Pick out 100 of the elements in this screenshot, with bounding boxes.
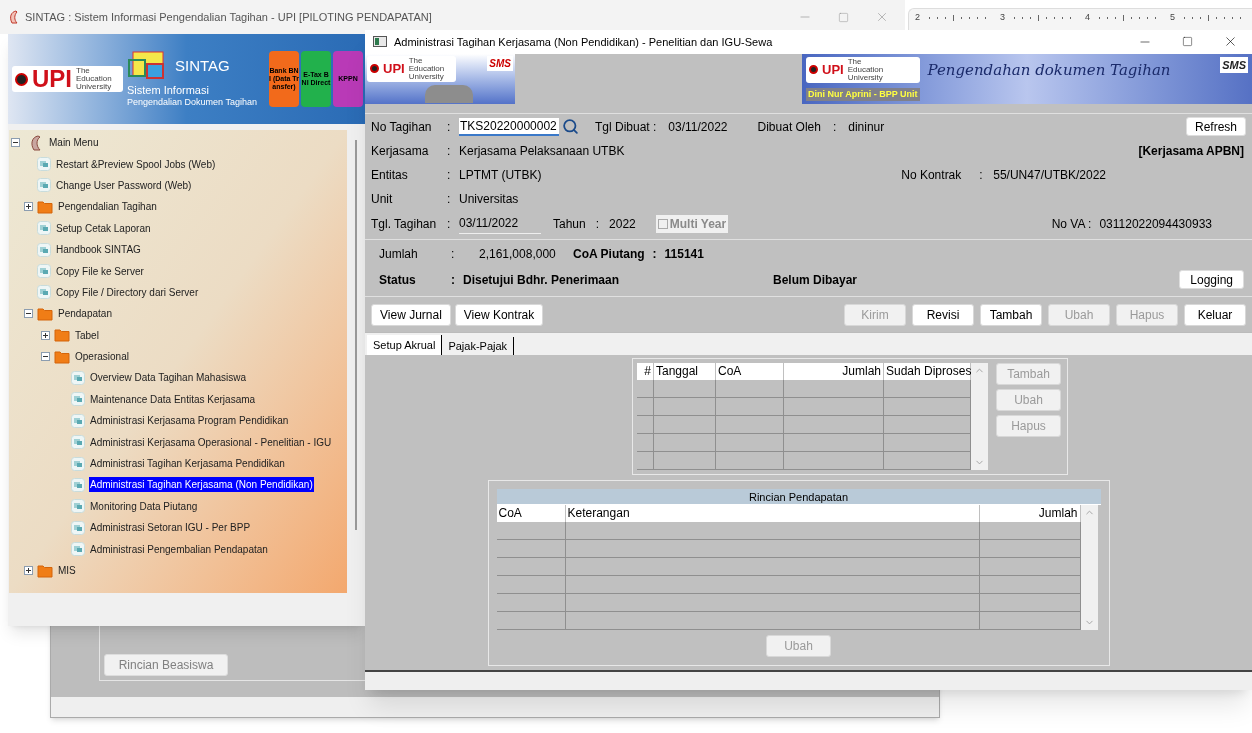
folder-icon [37, 306, 53, 321]
collapse-icon[interactable] [11, 138, 20, 148]
input-field[interactable]: TKS20220000002 [459, 117, 559, 136]
ruler-number: 5 [1170, 11, 1175, 24]
table-cell [654, 380, 716, 399]
expand-icon[interactable] [24, 202, 33, 212]
tree-item[interactable]: Change User Password (Web) [55, 177, 193, 193]
tree-item[interactable]: Administrasi Pengembalian Pendapatan [89, 541, 269, 557]
button[interactable]: View Kontrak [454, 303, 544, 326]
document-icon [37, 285, 51, 300]
folder-icon [37, 199, 53, 214]
table-cell [716, 434, 784, 453]
tree-item[interactable]: Copy File / Directory dari Server [55, 284, 200, 300]
tree-item[interactable]: Setup Cetak Laporan [55, 220, 152, 236]
table-cell [496, 558, 566, 577]
table-cell [654, 398, 716, 417]
scrollbar[interactable] [971, 363, 988, 471]
colon: : [447, 118, 452, 136]
document-icon [71, 392, 85, 407]
user-name: Dini Nur Aprini - BPP Unit [806, 87, 920, 102]
table-cell [716, 452, 784, 471]
tree-item[interactable]: Pendapatan [57, 306, 113, 322]
button[interactable]: View Jurnal [371, 303, 451, 326]
collapse-icon[interactable] [41, 352, 50, 362]
tree-item[interactable]: Handbook SINTAG [55, 242, 142, 258]
colon: : [447, 190, 452, 208]
field-label: Tgl Dibuat : [595, 118, 657, 136]
banner-slogan: Pengendahan dokumen Tagihan [927, 59, 1171, 81]
colon: : [451, 271, 456, 289]
partner-logo: SMS [487, 55, 513, 71]
tree-item[interactable]: Monitoring Data Piutang [89, 498, 199, 514]
button[interactable]: Keluar [1184, 303, 1246, 326]
table-cell [496, 594, 566, 613]
field-value: dininur [848, 118, 885, 136]
checkbox-label: Multi Year [669, 215, 727, 233]
tree-item[interactable]: Administrasi Setoran IGU - Per BPP [89, 520, 252, 536]
colon: : [447, 166, 452, 184]
tree-item[interactable]: Copy File ke Server [55, 263, 145, 279]
field-label: Entitas [371, 166, 409, 184]
expand-icon[interactable] [41, 330, 50, 340]
ruler-number: 3 [1000, 11, 1005, 24]
ruler-number: 4 [1085, 11, 1090, 24]
tab[interactable]: Setup Akrual [367, 335, 443, 356]
expand-icon[interactable] [24, 566, 33, 575]
payment-status: Belum Dibayar [773, 271, 858, 289]
tree-item[interactable]: Tabel [74, 327, 100, 343]
field-value: LPTMT (UTBK) [459, 166, 542, 184]
maximize-icon[interactable] [838, 11, 849, 23]
table-cell [496, 576, 566, 595]
tree-item[interactable]: Administrasi Kerjasama Operasional - Penelitian - IGU [89, 434, 333, 450]
field-value: 115141 [664, 246, 704, 264]
button[interactable]: Tambah [980, 303, 1042, 326]
field-value: 55/UN47/UTBK/2022 [993, 166, 1106, 184]
table-cell [654, 416, 716, 435]
field-value: Universitas [459, 190, 519, 208]
field-label: Jumlah [379, 246, 419, 264]
field-label: CoA Piutang [573, 246, 645, 264]
app-name: SINTAG [175, 56, 230, 77]
tree-item[interactable]: MIS [57, 563, 77, 578]
logging-button[interactable]: Logging [1179, 270, 1244, 290]
tree-item[interactable]: Main Menu [48, 135, 100, 151]
folder-icon [54, 328, 70, 343]
date-field[interactable]: 03/11/2022 [459, 213, 541, 234]
tree-item[interactable]: Restart &Preview Spool Jobs (Web) [55, 156, 217, 172]
maximize-icon[interactable] [1182, 36, 1193, 48]
tree-item[interactable]: Overview Data Tagihan Mahasiswa [89, 370, 247, 386]
tree-item[interactable]: Administrasi Tagihan Kerjasama Pendidikan [89, 456, 286, 472]
field-label: Unit [371, 190, 394, 208]
tree-item[interactable]: Administrasi Tagihan Kerjasama (Non Pendidikan) [89, 477, 314, 493]
refresh-button[interactable]: Refresh [1185, 117, 1246, 137]
app-subtitle: Sistem Informasi [127, 83, 210, 98]
table-cell [716, 380, 784, 399]
colon: : [447, 142, 452, 160]
scrollbar[interactable] [355, 140, 357, 530]
document-icon [37, 221, 51, 236]
tree-item[interactable]: Pengendalian Tagihan [57, 199, 158, 215]
collapse-icon[interactable] [24, 309, 33, 319]
field-label: Dibuat Oleh [757, 118, 821, 136]
tree-item[interactable]: Administrasi Kerjasama Program Pendidikan [89, 413, 290, 429]
field-label: Tgl. Tagihan [371, 215, 438, 233]
field-value: 03112022094430933 [1099, 215, 1212, 233]
button[interactable]: Revisi [912, 303, 974, 326]
colon: : [832, 118, 837, 136]
table-cell [637, 452, 654, 471]
colon: : [447, 215, 452, 233]
document-icon [71, 371, 85, 385]
partner-logo: SMS [1220, 56, 1248, 74]
ruler-number: 2 [915, 11, 920, 24]
field-label: Tahun [553, 215, 586, 233]
tree-item[interactable]: Operasional [74, 349, 130, 365]
table-title: Rincian Pendapatan [496, 489, 1101, 506]
window-title: SINTAG : Sistem Informasi Pengendalian Tagihan - UPI [PILOTING PENDAPATAN] [25, 9, 432, 25]
document-icon [71, 435, 85, 450]
app-icon [8, 10, 19, 24]
colon: : [652, 246, 657, 264]
table-cell [654, 452, 716, 471]
window-title: Administrasi Tagihan Kerjasama (Non Pendidikan) - Penelitian dan IGU-Sewa [394, 34, 773, 50]
tree-item[interactable]: Maintenance Data Entitas Kerjasama [89, 391, 257, 407]
document-icon [37, 264, 51, 279]
search-icon[interactable] [562, 118, 579, 136]
